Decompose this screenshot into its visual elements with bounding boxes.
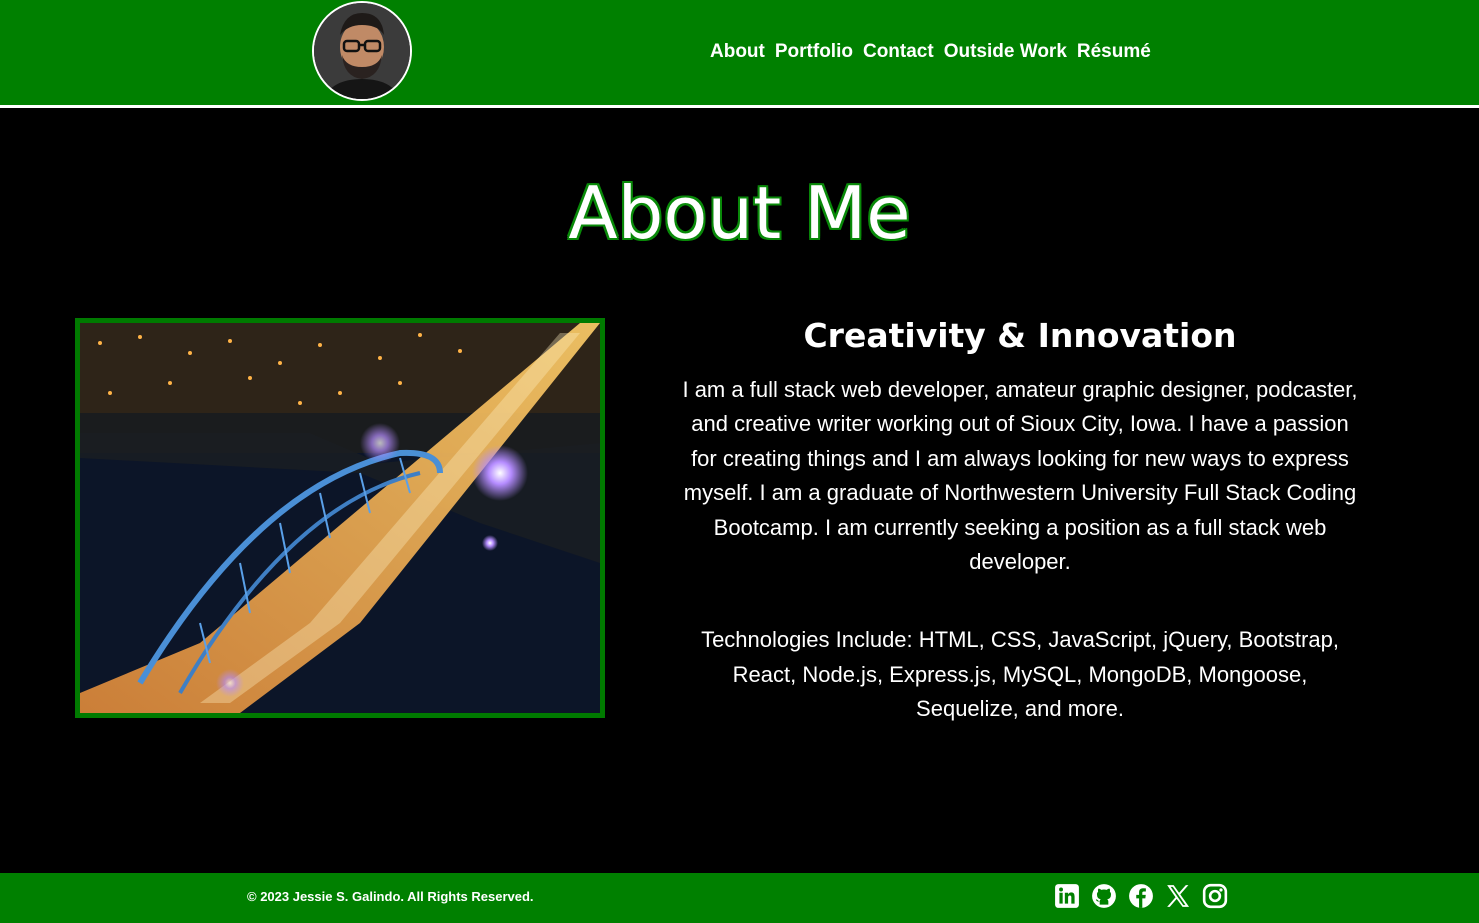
about-content: Creativity & Innovation I am a full stac… — [680, 313, 1360, 771]
nav-link-outside-work[interactable]: Outside Work — [944, 40, 1067, 64]
copyright-text: © 2023 Jessie S. Galindo. All Rights Res… — [247, 889, 534, 904]
bridge-night-image — [80, 323, 600, 713]
x-icon[interactable] — [1165, 883, 1191, 909]
bridge-photo — [75, 318, 605, 718]
nav-link-contact[interactable]: Contact — [863, 40, 934, 64]
section-subtitle: Creativity & Innovation — [803, 316, 1237, 355]
profile-avatar — [312, 1, 412, 101]
nav-link-resume[interactable]: Résumé — [1077, 40, 1151, 64]
social-links — [1054, 883, 1228, 909]
bio-paragraph: I am a full stack web developer, amateur… — [682, 377, 1358, 575]
instagram-icon[interactable] — [1202, 883, 1228, 909]
technologies-paragraph: Technologies Include: HTML, CSS, JavaScr… — [701, 627, 1339, 722]
site-footer: © 2023 Jessie S. Galindo. All Rights Res… — [0, 873, 1479, 923]
main-content: About Me Creativity & Innovation I am a … — [0, 108, 1479, 873]
facebook-icon[interactable] — [1128, 883, 1154, 909]
site-header: About Portfolio Contact Outside Work Rés… — [0, 0, 1479, 108]
profile-photo — [314, 3, 410, 99]
main-nav: About Portfolio Contact Outside Work Rés… — [710, 40, 1151, 64]
page-title: About Me — [568, 171, 911, 255]
nav-link-about[interactable]: About — [710, 40, 765, 64]
linkedin-icon[interactable] — [1054, 883, 1080, 909]
nav-link-portfolio[interactable]: Portfolio — [775, 40, 853, 64]
github-icon[interactable] — [1091, 883, 1117, 909]
